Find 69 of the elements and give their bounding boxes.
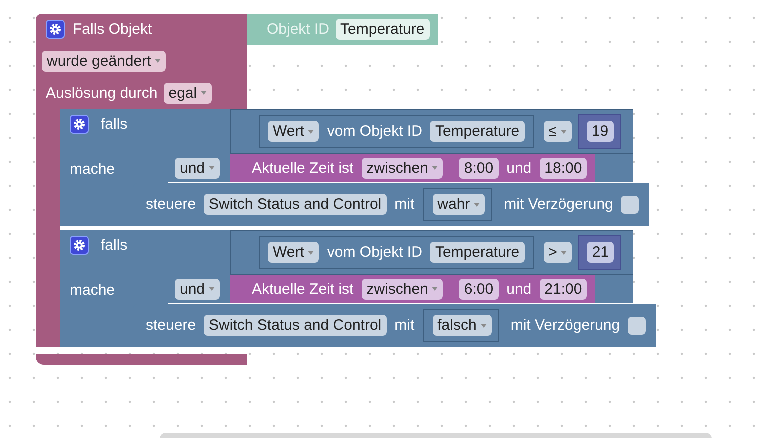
- number-block[interactable]: 21: [578, 235, 622, 270]
- object-field[interactable]: Temperature: [430, 121, 525, 142]
- gear-icon[interactable]: [46, 20, 65, 39]
- checkbox[interactable]: [628, 316, 646, 334]
- gear-icon[interactable]: [70, 115, 89, 134]
- object-field[interactable]: Temperature: [430, 242, 525, 263]
- block-label: mit Verzögerung: [510, 317, 620, 334]
- time-field[interactable]: 21:00: [540, 278, 588, 300]
- dropdown[interactable]: wahr: [432, 194, 486, 215]
- dropdown[interactable]: Wert: [268, 242, 320, 263]
- block-label: mit Verzögerung: [504, 196, 614, 213]
- dropdown[interactable]: zwischen: [362, 158, 444, 178]
- logic-dropdown[interactable]: und: [175, 278, 220, 300]
- device-field[interactable]: Switch Status and Control: [204, 315, 387, 336]
- caret-icon: [432, 287, 438, 291]
- operator-dropdown[interactable]: >: [544, 242, 572, 263]
- time-field[interactable]: 6:00: [459, 278, 499, 300]
- logic-dropdown[interactable]: und: [175, 158, 220, 178]
- checkbox[interactable]: [621, 196, 640, 214]
- gear-icon[interactable]: [70, 236, 89, 255]
- caret-icon: [561, 250, 568, 254]
- dropdown[interactable]: Wert: [268, 121, 320, 142]
- time-field[interactable]: 8:00: [459, 158, 499, 178]
- dropdown[interactable]: wurde geändert: [42, 50, 166, 72]
- block-label: Falls Objekt: [73, 21, 152, 38]
- caret-icon: [209, 166, 216, 170]
- dropdown[interactable]: zwischen: [362, 278, 444, 300]
- caret-icon: [308, 250, 314, 254]
- number-field[interactable]: 21: [587, 242, 614, 263]
- time-block[interactable]: Aktuelle Zeit ist zwischen 8:00 und 18:00: [230, 154, 596, 182]
- caret-icon: [480, 324, 487, 328]
- object-value-block[interactable]: Wert vom Objekt ID Temperature: [259, 115, 534, 148]
- block-label: vom Objekt ID: [327, 123, 422, 140]
- object-value-block[interactable]: Wert vom Objekt ID Temperature: [259, 236, 534, 269]
- device-field[interactable]: Switch Status and Control: [204, 194, 387, 215]
- dropdown[interactable]: falsch: [432, 315, 492, 336]
- trigger-block-header[interactable]: Falls Objekt: [36, 14, 247, 45]
- block-label: und: [506, 280, 532, 298]
- block-label: mit: [394, 317, 415, 334]
- block-label: und: [506, 160, 532, 176]
- caret-icon: [432, 166, 438, 170]
- operator-dropdown[interactable]: ≤: [544, 121, 572, 142]
- block-label: falls: [101, 116, 128, 133]
- caret-icon: [209, 287, 216, 291]
- block-label: Auslösung durch: [46, 84, 158, 102]
- block-label: falls: [101, 237, 128, 254]
- caret-icon: [155, 59, 162, 63]
- boolean-block[interactable]: wahr: [422, 188, 492, 221]
- block-label: Aktuelle Zeit ist: [252, 160, 354, 176]
- dropdown[interactable]: egal: [164, 82, 212, 104]
- caret-icon: [308, 130, 314, 134]
- caret-icon: [474, 202, 480, 206]
- compare-block[interactable]: Wert vom Objekt ID Temperature ≤ 19: [230, 109, 633, 154]
- block-label: mache: [70, 282, 116, 299]
- block-label: Aktuelle Zeit ist: [252, 280, 354, 298]
- time-block[interactable]: Aktuelle Zeit ist zwischen 6:00 und 21:00: [230, 275, 596, 303]
- block-label: mache: [70, 161, 116, 178]
- time-field[interactable]: 18:00: [540, 158, 588, 178]
- block-label: mit: [394, 196, 415, 213]
- block-label: vom Objekt ID: [327, 244, 422, 261]
- block-label: Objekt ID: [267, 21, 330, 38]
- caret-icon: [560, 130, 567, 134]
- caret-icon: [201, 91, 208, 95]
- boolean-block[interactable]: falsch: [422, 309, 499, 342]
- number-field[interactable]: 19: [586, 121, 614, 142]
- number-block[interactable]: 19: [578, 114, 621, 149]
- object-field[interactable]: Temperature: [336, 19, 430, 40]
- compare-block[interactable]: Wert vom Objekt ID Temperature > 21: [230, 230, 634, 275]
- object-id-block[interactable]: Objekt ID Temperature: [247, 14, 438, 45]
